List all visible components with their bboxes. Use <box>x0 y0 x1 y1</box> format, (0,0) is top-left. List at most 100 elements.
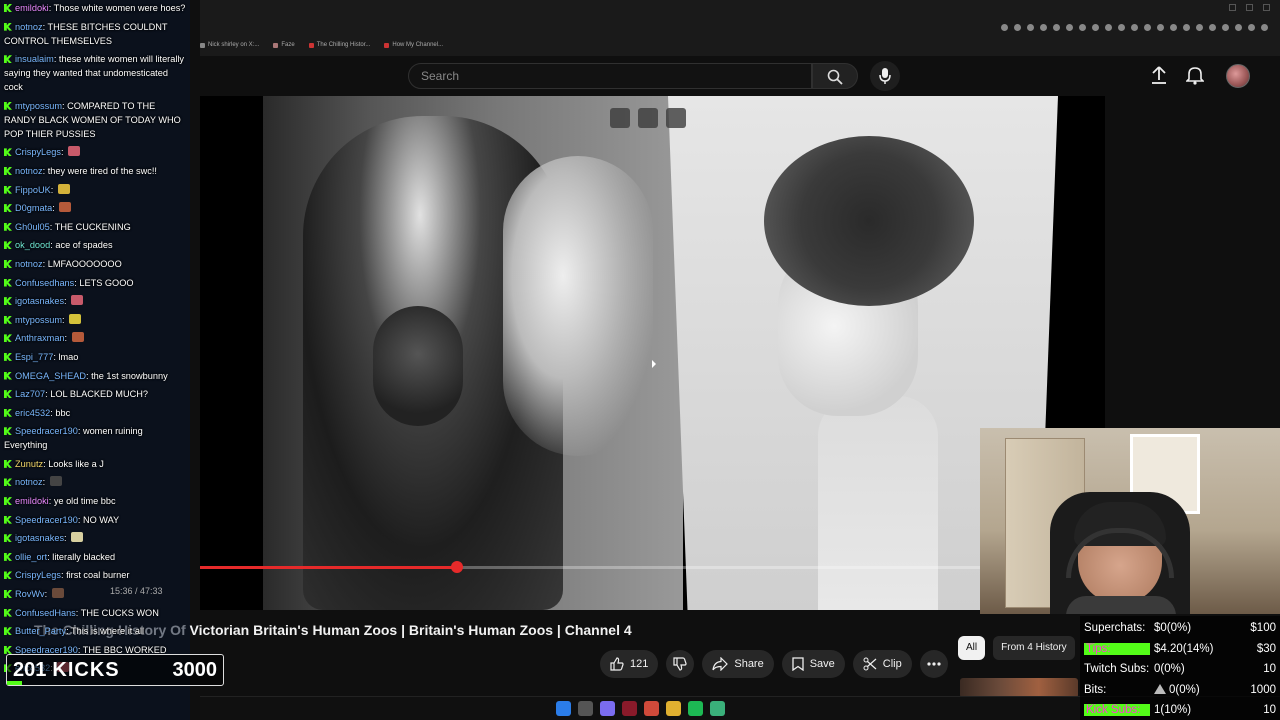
chat-username[interactable]: emildoki <box>15 3 49 13</box>
extension-icon[interactable] <box>1235 24 1242 31</box>
video-player[interactable] <box>200 96 1105 610</box>
bookmark-item[interactable]: The Chilling Histor... <box>308 42 371 48</box>
avatar[interactable] <box>1226 64 1250 88</box>
extension-icon[interactable] <box>1183 24 1190 31</box>
bookmark-item[interactable]: Faze <box>273 42 295 48</box>
chat-username[interactable]: Anthraxman <box>15 333 65 343</box>
chat-username[interactable]: Espi_777 <box>15 352 53 362</box>
chat-message: CrispyLegs: first coal burner <box>4 568 187 582</box>
extension-icon[interactable] <box>1157 24 1164 31</box>
related-video-thumbnail[interactable] <box>960 678 1078 698</box>
filter-chip[interactable]: From 4 History <box>993 636 1075 660</box>
search-button[interactable] <box>812 63 858 89</box>
extension-icon[interactable] <box>1079 24 1086 31</box>
chat-username[interactable]: Butter_Party <box>15 626 66 636</box>
clip-button[interactable]: Clip <box>852 650 912 678</box>
chat-username[interactable]: OMEGA_SHEAD <box>15 371 86 381</box>
miniplayer-icon[interactable] <box>638 108 658 128</box>
notifications-icon[interactable] <box>1186 65 1204 85</box>
search-input[interactable]: Search <box>408 63 812 89</box>
extension-icon[interactable] <box>1144 24 1151 31</box>
app-icon[interactable] <box>710 701 725 716</box>
chat-username[interactable]: mtypossum <box>15 101 62 111</box>
stat-goal: $30 <box>1256 642 1276 655</box>
popout-icon[interactable] <box>610 108 630 128</box>
chat-username[interactable]: notnoz <box>15 166 43 176</box>
extension-icon[interactable] <box>1170 24 1177 31</box>
chat-username[interactable]: notnoz <box>15 477 43 487</box>
chat-username[interactable]: Zunutz <box>15 459 43 469</box>
search-icon[interactable] <box>578 701 593 716</box>
chat-username[interactable]: ok_dood <box>15 240 50 250</box>
filter-chip[interactable]: All <box>958 636 986 660</box>
chat-message: notnoz: <box>4 475 187 489</box>
extension-icon[interactable] <box>1118 24 1125 31</box>
extension-icon[interactable] <box>1196 24 1203 31</box>
chat-username[interactable]: CrispyLegs <box>15 147 61 157</box>
chat-emote-icon <box>71 332 84 343</box>
extension-icon[interactable] <box>1053 24 1060 31</box>
voice-search-button[interactable] <box>870 61 900 91</box>
chat-username[interactable]: notnoz <box>15 259 43 269</box>
chat-username[interactable]: Laz707 <box>15 389 45 399</box>
chat-username[interactable]: Gh0ul05 <box>15 222 50 232</box>
chat-username[interactable]: emildoki <box>15 496 49 506</box>
chat-message: Espi_777: lmao <box>4 350 187 364</box>
chat-message: notnoz: THESE BITCHES COULDNT CONTROL TH… <box>4 20 187 48</box>
chat-username[interactable]: eric4532 <box>15 408 50 418</box>
extension-icon[interactable] <box>1105 24 1112 31</box>
chat-username[interactable]: mtypossum <box>15 315 62 325</box>
share-button[interactable]: Share <box>702 650 774 678</box>
chat-username[interactable]: igotasnakes <box>15 296 64 306</box>
extension-icon[interactable] <box>1222 24 1229 31</box>
extension-icon[interactable] <box>1066 24 1073 31</box>
extension-icon[interactable] <box>1092 24 1099 31</box>
chat-username[interactable]: RovWv <box>15 589 45 599</box>
close-icon[interactable] <box>1263 4 1270 11</box>
extension-icon[interactable] <box>1027 24 1034 31</box>
chat-username[interactable]: insualaim <box>15 54 54 64</box>
extension-icon[interactable] <box>1001 24 1008 31</box>
extension-icon[interactable] <box>1209 24 1216 31</box>
kick-badge-icon <box>4 552 12 561</box>
skip-icon[interactable] <box>666 108 686 128</box>
kick-badge-icon <box>4 334 12 343</box>
like-button[interactable]: 121 <box>600 650 659 678</box>
extension-icon[interactable] <box>1014 24 1021 31</box>
bookmark-favicon-icon <box>200 42 205 48</box>
dislike-button[interactable] <box>666 650 695 678</box>
chat-username[interactable]: Speedracer190 <box>15 515 78 525</box>
windows-start-icon[interactable] <box>556 701 571 716</box>
chrome-icon[interactable] <box>644 701 659 716</box>
bookmark-item[interactable]: How My Channel... <box>384 42 443 48</box>
save-button[interactable]: Save <box>781 650 845 678</box>
minimize-icon[interactable] <box>1229 4 1236 11</box>
chat-username[interactable]: Confusedhans <box>15 278 74 288</box>
progress-bar[interactable] <box>200 561 980 573</box>
spotify-icon[interactable] <box>688 701 703 716</box>
chat-username[interactable]: Speedracer190 <box>15 426 78 436</box>
extension-icon[interactable] <box>1261 24 1268 31</box>
live-chat-overlay: emildoki: Those white women were hoes? no… <box>0 0 190 720</box>
chat-message: Speedracer190: NO WAY <box>4 513 187 527</box>
chat-username[interactable]: igotasnakes <box>15 533 64 543</box>
extension-icon[interactable] <box>1131 24 1138 31</box>
upload-icon[interactable] <box>1150 65 1168 85</box>
bookmark-label: The Chilling Histor... <box>316 42 371 48</box>
extension-icon[interactable] <box>1040 24 1047 31</box>
chat-username[interactable]: notnoz <box>15 22 43 32</box>
app-icon[interactable] <box>622 701 637 716</box>
chat-separator: : <box>64 333 70 344</box>
chat-username[interactable]: D0gmata <box>15 203 52 213</box>
bookmark-item[interactable]: Nick shirley on X:... <box>200 42 259 48</box>
chat-username[interactable]: ollie_ort <box>15 552 47 562</box>
maximize-icon[interactable] <box>1246 4 1253 11</box>
stat-goal: 10 <box>1263 704 1276 717</box>
extension-icon[interactable] <box>1248 24 1255 31</box>
more-actions-button[interactable] <box>919 650 948 678</box>
chat-username[interactable]: FippoUK <box>15 185 51 195</box>
discord-icon[interactable] <box>600 701 615 716</box>
chat-username[interactable]: ConfusedHans <box>15 608 76 618</box>
folder-icon[interactable] <box>666 701 681 716</box>
chat-username[interactable]: CrispyLegs <box>15 570 61 580</box>
